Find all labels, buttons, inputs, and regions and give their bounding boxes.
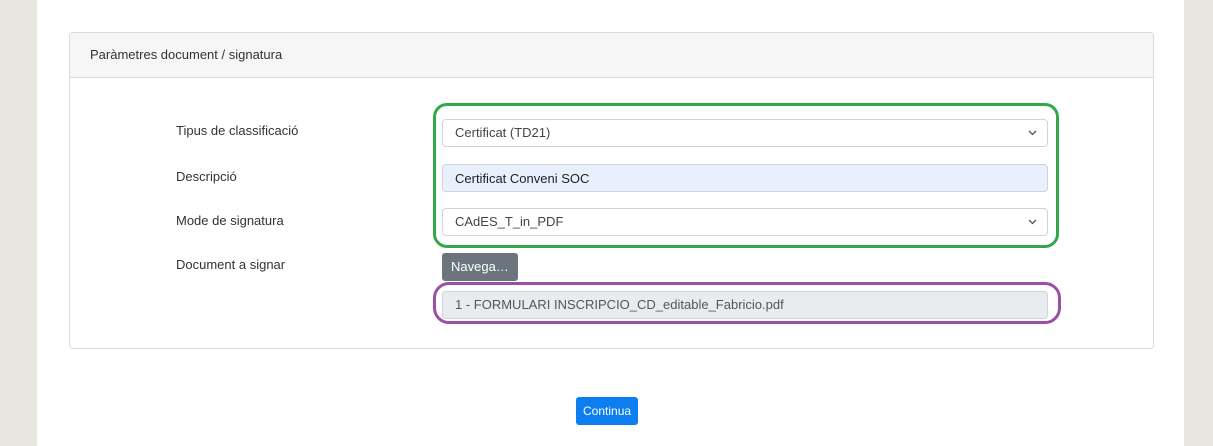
classification-value: Certificat (TD21): [455, 125, 551, 140]
panel-title: Paràmetres document / signatura: [90, 47, 283, 62]
selected-file-field[interactable]: 1 - FORMULARI INSCRIPCIO_CD_editable_Fab…: [442, 291, 1048, 319]
description-input[interactable]: [442, 164, 1048, 192]
continue-button[interactable]: Continua: [576, 397, 639, 425]
chevron-down-icon: [1028, 219, 1037, 225]
description-label: Descripció: [176, 169, 237, 184]
selected-file-name: 1 - FORMULARI INSCRIPCIO_CD_editable_Fab…: [455, 297, 784, 312]
signature-mode-select[interactable]: CAdES_T_in_PDF: [442, 208, 1048, 236]
document-parameters-panel: Paràmetres document / signatura Tipus de…: [69, 32, 1154, 349]
signature-mode-value: CAdES_T_in_PDF: [455, 214, 564, 229]
panel-header: Paràmetres document / signatura: [70, 33, 1153, 78]
chevron-down-icon: [1028, 130, 1037, 136]
page-content: Paràmetres document / signatura Tipus de…: [37, 0, 1184, 446]
browse-button[interactable]: Navega…: [442, 253, 518, 281]
signature-mode-label: Mode de signatura: [176, 213, 284, 228]
classification-label: Tipus de classificació: [176, 123, 299, 138]
classification-select[interactable]: Certificat (TD21): [442, 119, 1048, 147]
document-label: Document a signar: [176, 257, 286, 272]
